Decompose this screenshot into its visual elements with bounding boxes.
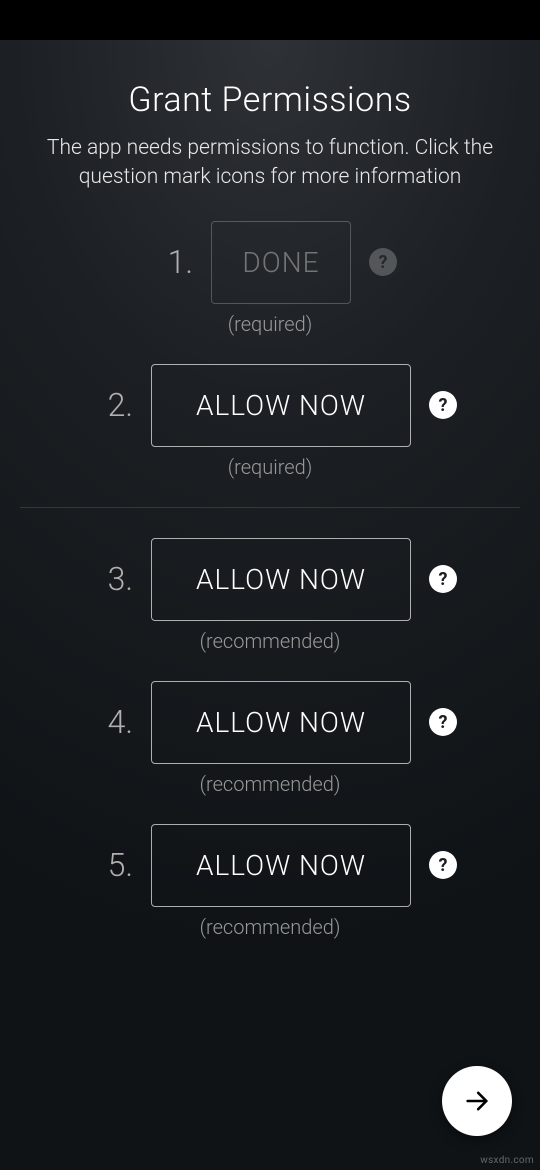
allow-now-button[interactable]: ALLOW NOW	[151, 681, 411, 764]
hint-required: (required)	[0, 312, 540, 336]
permission-row-4: 4. ALLOW NOW ?	[0, 681, 540, 764]
permission-row-1: 1. DONE ?	[0, 221, 540, 304]
help-icon[interactable]: ?	[369, 248, 397, 276]
section-divider	[20, 507, 520, 508]
permission-row-2: 2. ALLOW NOW ?	[0, 364, 540, 447]
hint-recommended: (recommended)	[0, 915, 540, 939]
hint-recommended: (recommended)	[0, 629, 540, 653]
help-icon[interactable]: ?	[429, 851, 457, 879]
page-subtitle: The app needs permissions to function. C…	[0, 134, 540, 193]
row-number: 3.	[83, 560, 133, 598]
row-number: 5.	[83, 846, 133, 884]
hint-required: (required)	[0, 455, 540, 479]
next-button[interactable]	[442, 1066, 512, 1136]
hint-recommended: (recommended)	[0, 772, 540, 796]
help-icon[interactable]: ?	[429, 565, 457, 593]
allow-now-button[interactable]: ALLOW NOW	[151, 824, 411, 907]
watermark: wsxdn.com	[480, 1155, 534, 1166]
row-number: 1.	[143, 243, 193, 281]
permission-row-5: 5. ALLOW NOW ?	[0, 824, 540, 907]
arrow-right-icon	[463, 1087, 491, 1115]
help-icon[interactable]: ?	[429, 708, 457, 736]
help-icon[interactable]: ?	[429, 391, 457, 419]
status-bar	[0, 0, 540, 40]
permission-row-3: 3. ALLOW NOW ?	[0, 538, 540, 621]
allow-now-button[interactable]: ALLOW NOW	[151, 538, 411, 621]
grant-permissions-screen: Grant Permissions The app needs permissi…	[0, 40, 540, 1170]
row-number: 2.	[83, 386, 133, 424]
done-button: DONE	[211, 221, 351, 304]
page-title: Grant Permissions	[0, 80, 540, 120]
row-number: 4.	[83, 703, 133, 741]
allow-now-button[interactable]: ALLOW NOW	[151, 364, 411, 447]
